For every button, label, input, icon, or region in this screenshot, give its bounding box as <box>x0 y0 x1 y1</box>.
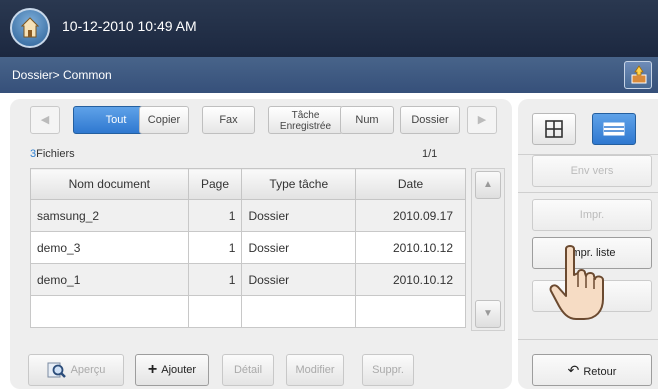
table-scrollbar[interactable]: ▲ ▼ <box>471 168 505 331</box>
status-bar: 10-12-2010 10:49 AM <box>0 0 658 57</box>
back-button[interactable]: ↶ Retour <box>532 354 652 386</box>
grid-view-icon <box>545 120 563 138</box>
tab-dossier[interactable]: Dossier <box>400 106 460 134</box>
table-row[interactable]: demo_3 1 Dossier 2010.10.12 <box>30 231 466 264</box>
tab-num[interactable]: Num <box>340 106 394 134</box>
home-icon <box>21 17 39 38</box>
add-button[interactable]: + Ajouter <box>135 354 209 386</box>
modify-button[interactable]: Modifier <box>286 354 344 386</box>
tap-hand-icon <box>549 245 604 320</box>
job-status-icon <box>631 65 647 84</box>
column-header-type[interactable]: Type tâche <box>241 168 357 200</box>
file-count: 3Fichiers <box>30 148 75 160</box>
table-row[interactable]: demo_1 1 Dossier 2010.10.12 <box>30 263 466 296</box>
column-header-date[interactable]: Date <box>355 168 466 200</box>
return-arrow-icon: ↶ <box>567 362 580 378</box>
breadcrumb-bar: Dossier> Common <box>0 57 658 93</box>
tab-tache-enregistree[interactable]: Tâche Enregistrée <box>268 106 343 134</box>
tab-copier[interactable]: Copier <box>139 106 189 134</box>
tabs-right-arrow[interactable]: ▶ <box>467 106 497 134</box>
column-header-page[interactable]: Page <box>187 168 243 200</box>
list-view-icon <box>603 122 625 136</box>
breadcrumb: Dossier> Common <box>12 68 112 82</box>
print-button[interactable]: Impr. <box>532 199 652 231</box>
divider <box>518 339 658 340</box>
magnifier-icon <box>47 362 66 378</box>
send-to-button[interactable]: Env vers <box>532 155 652 187</box>
document-table: Nom document Page Type tâche Date samsun… <box>30 168 466 328</box>
scroll-up-arrow[interactable]: ▲ <box>475 171 501 199</box>
home-button[interactable] <box>10 8 50 48</box>
filter-tabs: ◀ Tout Copier Fax Tâche Enregistrée Num … <box>30 106 510 136</box>
divider <box>518 192 658 193</box>
tabs-left-arrow[interactable]: ◀ <box>30 106 60 134</box>
plus-icon: + <box>147 361 158 379</box>
table-row-empty <box>30 295 466 328</box>
preview-button[interactable]: Aperçu <box>28 354 124 386</box>
table-header: Nom document Page Type tâche Date <box>30 168 466 200</box>
scroll-down-arrow[interactable]: ▼ <box>475 300 501 328</box>
job-status-button[interactable] <box>624 61 652 89</box>
list-view-button[interactable] <box>592 113 636 145</box>
delete-button[interactable]: Suppr. <box>362 354 414 386</box>
table-row[interactable]: samsung_2 1 Dossier 2010.09.17 <box>30 199 466 232</box>
datetime: 10-12-2010 10:49 AM <box>62 18 197 34</box>
page-indicator: 1/1 <box>422 148 438 160</box>
detail-button[interactable]: Détail <box>222 354 274 386</box>
tab-fax[interactable]: Fax <box>202 106 255 134</box>
column-header-name[interactable]: Nom document <box>30 168 189 200</box>
thumbnail-view-button[interactable] <box>532 113 576 145</box>
document-panel: ◀ Tout Copier Fax Tâche Enregistrée Num … <box>10 99 512 389</box>
